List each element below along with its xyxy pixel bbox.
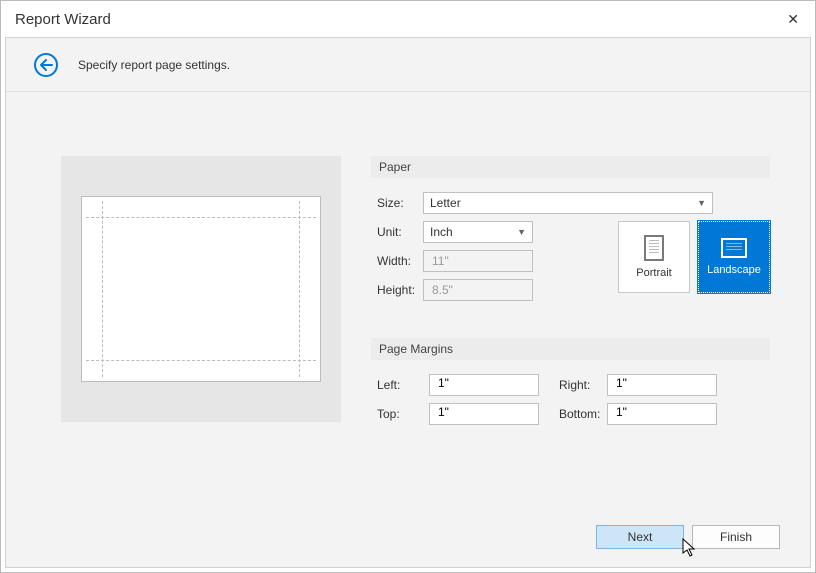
margins-grid: Left: Right: Top: Bottom: — [371, 374, 770, 425]
landscape-button[interactable]: Landscape — [698, 221, 770, 293]
top-margin-field[interactable] — [436, 404, 532, 420]
bottom-margin-input[interactable] — [607, 403, 717, 425]
paper-section-title: Paper — [371, 156, 770, 178]
margin-guide — [86, 217, 316, 218]
right-label: Right: — [539, 378, 607, 392]
size-label: Size: — [371, 196, 423, 210]
landscape-label: Landscape — [707, 264, 761, 276]
unit-select[interactable]: Inch ▼ — [423, 221, 533, 243]
portrait-button[interactable]: Portrait — [618, 221, 690, 293]
wizard-step-text: Specify report page settings. — [78, 58, 230, 72]
margins-section: Page Margins Left: Right: Top: — [371, 338, 770, 425]
back-button[interactable] — [34, 53, 58, 77]
height-row: Height: — [371, 279, 598, 301]
margin-guide — [86, 360, 316, 361]
dialog-body: Specify report page settings. Paper Size… — [5, 37, 811, 568]
finish-button[interactable]: Finish — [692, 525, 780, 549]
bottom-margin-field[interactable] — [614, 404, 710, 420]
left-margin-field[interactable] — [436, 375, 532, 391]
unit-value: Inch — [430, 225, 453, 239]
wizard-content: Paper Size: Letter ▼ Unit: Inch — [6, 92, 810, 507]
right-margin-field[interactable] — [614, 375, 710, 391]
settings-panel: Paper Size: Letter ▼ Unit: Inch — [371, 156, 770, 507]
height-input — [423, 279, 533, 301]
wizard-footer: Next Finish — [6, 507, 810, 567]
report-wizard-window: Report Wizard ✕ Specify report page sett… — [0, 0, 816, 573]
wizard-header: Specify report page settings. — [6, 38, 810, 92]
next-button[interactable]: Next — [596, 525, 684, 549]
chevron-down-icon: ▼ — [697, 198, 706, 208]
width-input — [423, 250, 533, 272]
portrait-icon — [644, 235, 664, 261]
size-row: Size: Letter ▼ — [371, 192, 770, 214]
height-field — [430, 282, 526, 298]
orientation-group: Portrait Landscape — [618, 221, 770, 293]
margin-guide — [299, 201, 300, 377]
size-value: Letter — [430, 196, 461, 210]
size-select[interactable]: Letter ▼ — [423, 192, 713, 214]
width-label: Width: — [371, 254, 423, 268]
left-margin-input[interactable] — [429, 374, 539, 396]
width-row: Width: — [371, 250, 598, 272]
page-preview — [81, 196, 321, 382]
close-button[interactable]: ✕ — [783, 11, 803, 28]
top-margin-input[interactable] — [429, 403, 539, 425]
unit-row: Unit: Inch ▼ — [371, 221, 598, 243]
unit-label: Unit: — [371, 225, 423, 239]
window-title: Report Wizard — [15, 11, 111, 28]
titlebar: Report Wizard ✕ — [1, 1, 815, 37]
margin-guide — [102, 201, 103, 377]
bottom-label: Bottom: — [539, 407, 607, 421]
page-preview-panel — [61, 156, 341, 422]
portrait-label: Portrait — [636, 267, 671, 279]
height-label: Height: — [371, 283, 423, 297]
margins-section-title: Page Margins — [371, 338, 770, 360]
chevron-down-icon: ▼ — [517, 227, 526, 237]
right-margin-input[interactable] — [607, 374, 717, 396]
landscape-icon — [721, 238, 747, 258]
arrow-left-icon — [38, 58, 54, 72]
width-field — [430, 253, 526, 269]
left-label: Left: — [377, 378, 429, 392]
top-label: Top: — [377, 407, 429, 421]
